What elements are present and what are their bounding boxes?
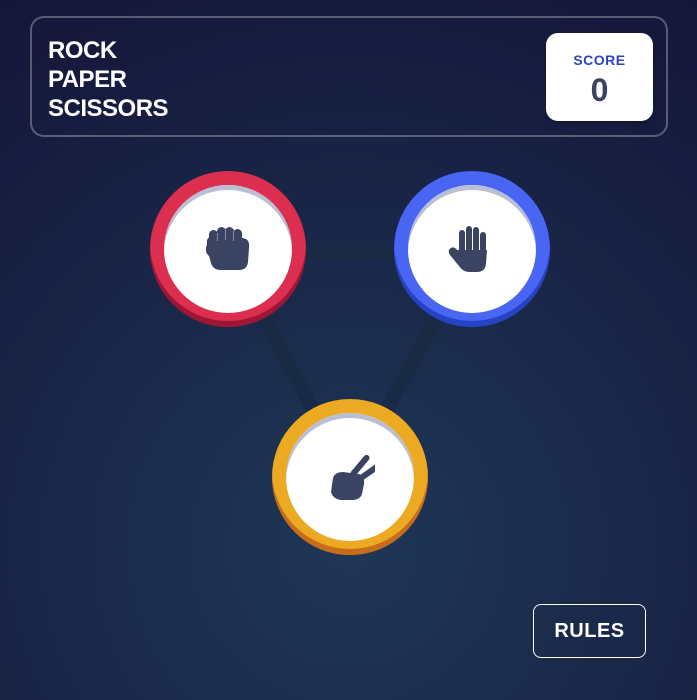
rock-hand-icon — [205, 227, 250, 270]
paper-hand-icon — [448, 226, 487, 272]
rules-button[interactable]: RULES — [533, 604, 646, 658]
triangle-background — [221, 245, 479, 485]
paper-token-face — [408, 185, 536, 313]
paper-button[interactable] — [394, 171, 550, 327]
scissors-button[interactable] — [272, 399, 428, 555]
rock-button[interactable] — [150, 171, 306, 327]
scissors-token-face — [286, 413, 414, 541]
scissors-hand-icon — [331, 454, 375, 500]
rock-token-face — [164, 185, 292, 313]
